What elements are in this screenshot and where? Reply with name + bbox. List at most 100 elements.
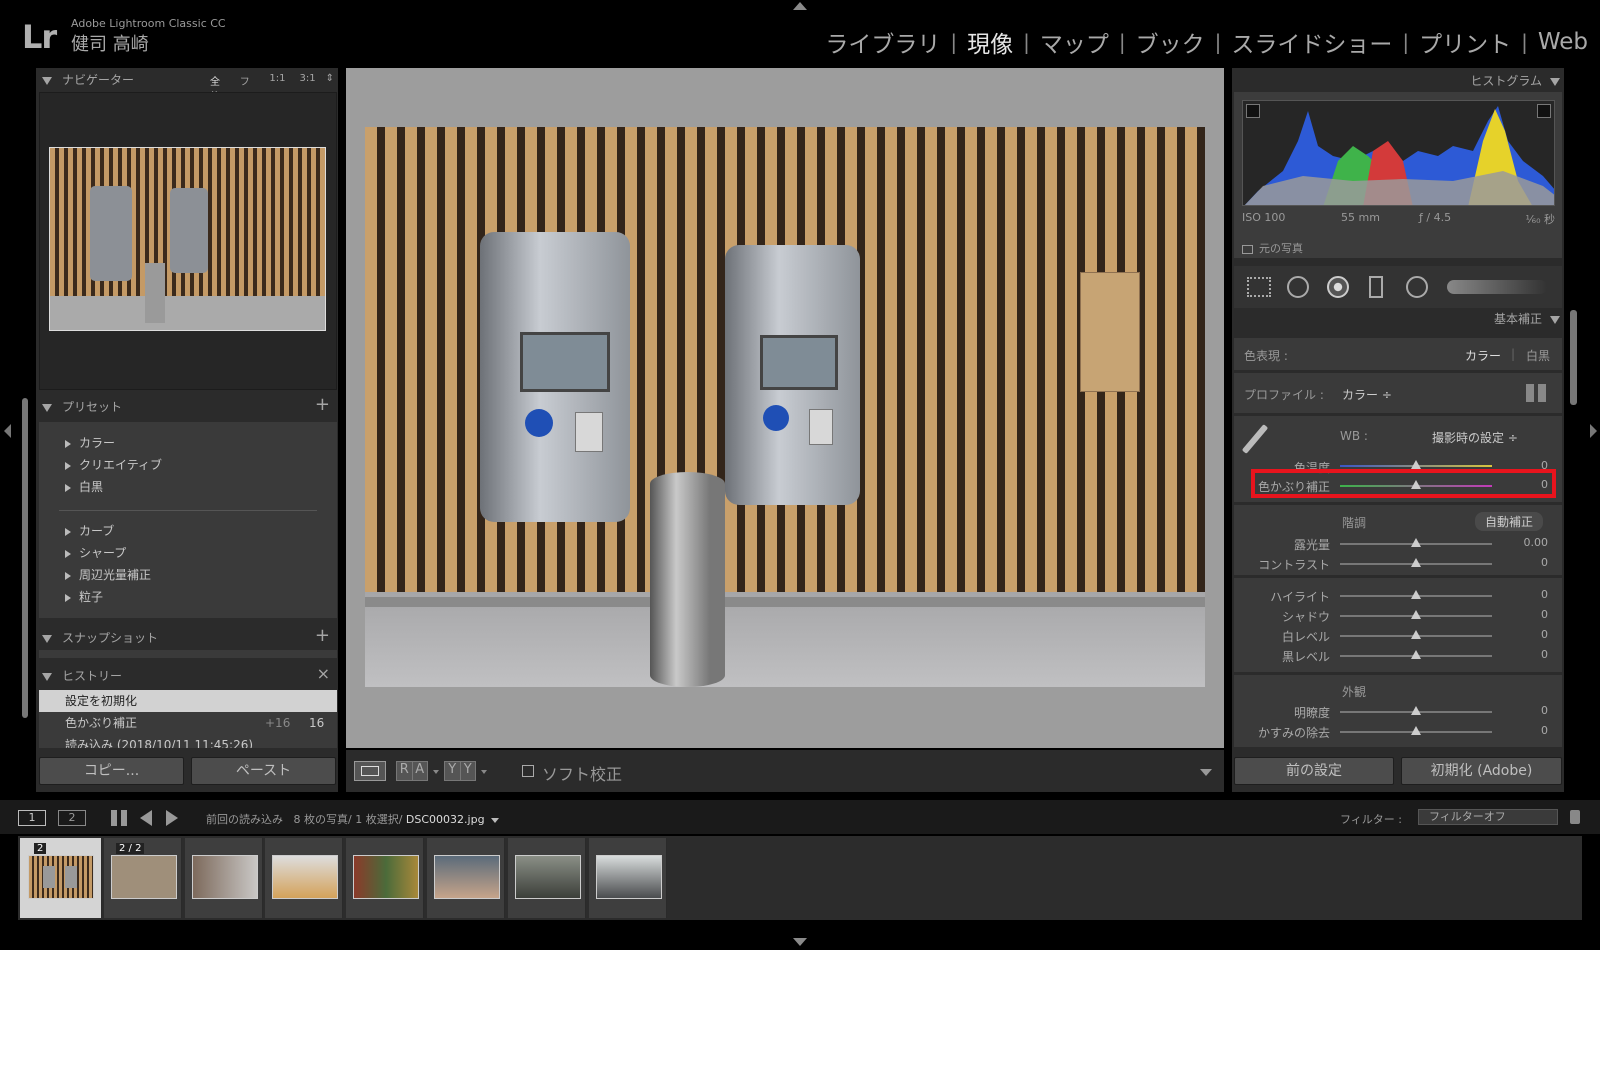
- history-item[interactable]: 読み込み (2018/10/11 11:45:26): [39, 734, 337, 748]
- back-arrow-icon[interactable]: [140, 810, 152, 826]
- clarity-slider-knob[interactable]: [1411, 706, 1421, 715]
- clear-history-icon[interactable]: ×: [317, 664, 330, 683]
- left-panel-toggle-icon[interactable]: [4, 424, 11, 438]
- filter-dropdown[interactable]: フィルターオフ: [1418, 809, 1558, 825]
- whites-slider-knob[interactable]: [1411, 630, 1421, 639]
- toolbar-menu-icon[interactable]: [1200, 769, 1212, 776]
- highlights-value[interactable]: 0: [1508, 588, 1548, 601]
- blacks-slider-knob[interactable]: [1411, 650, 1421, 659]
- radial-filter-icon[interactable]: [1406, 276, 1428, 298]
- blacks-value[interactable]: 0: [1508, 648, 1548, 661]
- grid-view-icon[interactable]: [111, 810, 127, 826]
- original-photo-toggle[interactable]: 元の写真: [1242, 240, 1303, 256]
- dehaze-slider-knob[interactable]: [1411, 726, 1421, 735]
- treatment-color-button[interactable]: カラー: [1465, 347, 1501, 364]
- shadows-value[interactable]: 0: [1508, 608, 1548, 621]
- crop-tool-icon[interactable]: [1247, 277, 1271, 297]
- red-eye-icon[interactable]: [1327, 276, 1349, 298]
- module-slideshow[interactable]: スライドショー: [1221, 25, 1402, 59]
- bottom-panel-toggle-icon[interactable]: [793, 938, 807, 946]
- filmstrip-thumb[interactable]: [185, 838, 263, 918]
- filmstrip-thumb[interactable]: 2: [20, 838, 102, 918]
- shadows-slider-knob[interactable]: [1411, 610, 1421, 619]
- exposure-value[interactable]: 0.00: [1508, 536, 1549, 549]
- filmstrip-source-info[interactable]: 前回の読み込み 8 枚の写真/ 1 枚選択/ DSC00032.jpg: [206, 811, 500, 827]
- add-preset-icon[interactable]: +: [315, 394, 330, 415]
- graduated-filter-icon[interactable]: [1369, 276, 1383, 298]
- clarity-value[interactable]: 0: [1508, 704, 1548, 717]
- filter-lock-icon[interactable]: [1570, 810, 1580, 824]
- module-book[interactable]: ブック: [1126, 25, 1215, 59]
- whites-value[interactable]: 0: [1508, 628, 1548, 641]
- preset-folder-sharpen[interactable]: シャープ: [39, 542, 337, 564]
- profile-dropdown[interactable]: カラー ÷: [1342, 386, 1392, 403]
- previous-settings-button[interactable]: 前の設定: [1234, 757, 1394, 785]
- treatment-bw-button[interactable]: 白黒: [1526, 347, 1550, 364]
- filmstrip-thumb[interactable]: [589, 838, 667, 918]
- collapse-triangle-icon: [1550, 77, 1560, 86]
- monitor-1-button[interactable]: 1: [18, 810, 46, 826]
- wb-dropdown[interactable]: 撮影時の設定 ÷: [1432, 429, 1518, 446]
- paste-settings-button[interactable]: ペースト: [191, 757, 336, 785]
- preset-folder-color[interactable]: カラー: [39, 432, 337, 454]
- histogram-header[interactable]: ヒストグラム: [1420, 72, 1560, 89]
- navigator-thumbnail[interactable]: [49, 147, 326, 331]
- filmstrip-thumb[interactable]: [427, 838, 505, 918]
- filmstrip-thumb[interactable]: [265, 838, 343, 918]
- view-mode-icon[interactable]: [354, 761, 386, 781]
- temp-slider-knob[interactable]: [1411, 460, 1421, 469]
- before-after-yy-button[interactable]: YY: [444, 761, 476, 781]
- filmstrip-thumb[interactable]: [346, 838, 424, 918]
- main-photo[interactable]: [365, 127, 1205, 687]
- basic-header[interactable]: 基本補正: [1420, 310, 1560, 327]
- preset-folder-vignette[interactable]: 周辺光量補正: [39, 564, 337, 586]
- filmstrip-thumb[interactable]: [508, 838, 586, 918]
- history-header[interactable]: ヒストリー ×: [42, 664, 334, 684]
- highlights-slider-knob[interactable]: [1411, 590, 1421, 599]
- shadow-clipping-icon[interactable]: [1246, 104, 1260, 118]
- filmstrip-thumb[interactable]: 2 / 2: [104, 838, 182, 918]
- preset-folder-grain[interactable]: 粒子: [39, 586, 337, 608]
- ra-dropdown-icon[interactable]: [433, 770, 439, 774]
- right-scrollbar[interactable]: [1570, 310, 1577, 405]
- profile-browser-icon[interactable]: [1526, 384, 1546, 402]
- module-print[interactable]: プリント: [1409, 25, 1521, 59]
- module-library[interactable]: ライブラリ: [815, 25, 950, 59]
- right-panel-toggle-icon[interactable]: [1590, 424, 1597, 438]
- module-separator: |: [1023, 30, 1030, 54]
- highlight-clipping-icon[interactable]: [1537, 104, 1551, 118]
- navigator-header[interactable]: ナビゲーター 全体 フル 1:1 3:1 ⇕: [42, 71, 334, 103]
- contrast-value[interactable]: 0: [1508, 556, 1548, 569]
- presets-header[interactable]: プリセット +: [42, 394, 334, 415]
- add-snapshot-icon[interactable]: +: [315, 625, 330, 646]
- module-develop[interactable]: 現像: [957, 25, 1023, 59]
- stack-badge: 2 / 2: [116, 843, 145, 854]
- histogram-graph[interactable]: [1242, 100, 1555, 206]
- left-scrollbar[interactable]: [22, 398, 28, 718]
- auto-tone-button[interactable]: 自動補正: [1475, 512, 1544, 531]
- dehaze-value[interactable]: 0: [1508, 724, 1548, 737]
- adjustment-brush-icon[interactable]: [1447, 280, 1547, 294]
- top-panel-toggle-icon[interactable]: [793, 2, 807, 10]
- before-after-ra-button[interactable]: RA: [396, 761, 428, 781]
- forward-arrow-icon[interactable]: [166, 810, 178, 826]
- spot-removal-icon[interactable]: [1287, 276, 1309, 298]
- reset-adobe-button[interactable]: 初期化 (Adobe): [1401, 757, 1562, 785]
- preset-folder-curve[interactable]: カーブ: [39, 520, 337, 542]
- preset-folder-creative[interactable]: クリエイティブ: [39, 454, 337, 476]
- history-item[interactable]: 色かぶり補正 +16 16: [39, 712, 337, 734]
- module-map[interactable]: マップ: [1030, 25, 1119, 59]
- soft-proof-checkbox[interactable]: [522, 765, 534, 777]
- preset-folder-bw[interactable]: 白黒: [39, 476, 337, 498]
- yy-dropdown-icon[interactable]: [481, 770, 487, 774]
- contrast-slider-knob[interactable]: [1411, 558, 1421, 567]
- tint-value[interactable]: 0: [1508, 478, 1548, 491]
- module-web[interactable]: Web: [1528, 29, 1588, 55]
- snapshots-header[interactable]: スナップショット +: [42, 625, 334, 646]
- exposure-slider-knob[interactable]: [1411, 538, 1421, 547]
- snapshots-title: スナップショット: [62, 631, 159, 645]
- history-item[interactable]: 設定を初期化: [39, 690, 337, 712]
- monitor-2-button[interactable]: 2: [58, 810, 86, 826]
- copy-settings-button[interactable]: コピー...: [39, 757, 184, 785]
- tint-slider-knob[interactable]: [1411, 480, 1421, 489]
